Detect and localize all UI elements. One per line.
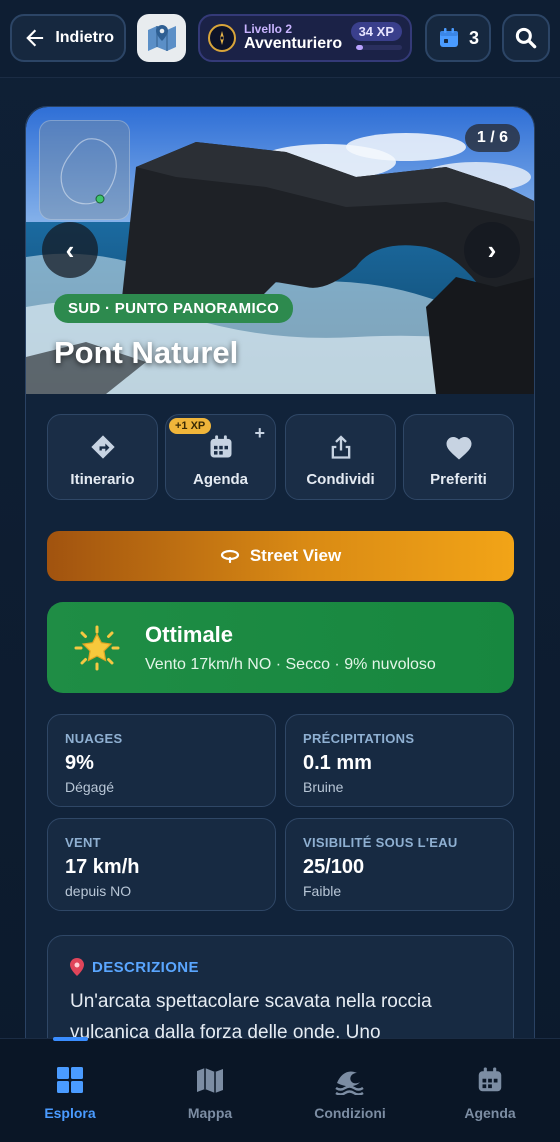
stat-value: 9% xyxy=(65,752,94,774)
arrow-left-icon xyxy=(26,29,44,47)
stat-label: NUAGES xyxy=(65,731,123,746)
stat-clouds: NUAGES 9% Dégagé xyxy=(47,714,276,807)
waves-icon xyxy=(335,1071,364,1095)
search-button[interactable] xyxy=(502,14,550,62)
calendar-icon xyxy=(439,28,458,47)
calendar-button[interactable]: 3 xyxy=(425,14,491,62)
street-view-button[interactable]: Street View xyxy=(47,531,514,581)
mini-map[interactable] xyxy=(39,120,130,220)
favorites-label: Preferiti xyxy=(430,471,487,488)
nav-label: Condizioni xyxy=(314,1105,386,1121)
description-heading: DESCRIZIONE xyxy=(92,958,199,976)
favorites-button[interactable]: Preferiti xyxy=(403,414,514,500)
top-bar: Indietro Livello 2 Avventuriero 34 XP 3 xyxy=(0,0,560,78)
grid-icon xyxy=(57,1067,83,1093)
bottom-nav: Esplora Mappa Condizioni Agenda xyxy=(0,1037,560,1142)
heart-icon xyxy=(446,437,471,460)
share-icon xyxy=(331,435,350,459)
share-button[interactable]: Condividi xyxy=(285,414,396,500)
directions-icon xyxy=(90,435,115,459)
nav-map[interactable]: Mappa xyxy=(155,1065,265,1121)
stat-label: VENT xyxy=(65,835,101,850)
action-row: Itinerario +1 XP + Agenda Condividi Pref… xyxy=(47,414,514,500)
stat-wind: VENT 17 km/h depuis NO xyxy=(47,818,276,911)
compass-icon xyxy=(208,24,236,52)
stat-value: 0.1 mm xyxy=(303,752,372,774)
xp-progress-fill xyxy=(356,45,363,50)
calendar-add-icon xyxy=(210,435,231,458)
agenda-add-button[interactable]: +1 XP + Agenda xyxy=(165,414,276,500)
conditions-banner: Ottimale Vento 17km/h NO · Secco · 9% nu… xyxy=(47,602,514,693)
star-icon xyxy=(74,625,120,670)
conditions-summary: Vento 17km/h NO · Secco · 9% nuvoloso xyxy=(145,655,436,673)
pin-icon xyxy=(70,958,84,976)
chevron-left-icon: ‹ xyxy=(65,234,75,265)
share-label: Condividi xyxy=(306,471,375,488)
level-name: Avventuriero xyxy=(244,34,343,52)
photo-counter: 1 / 6 xyxy=(464,124,520,152)
xp-badge: 34 XP xyxy=(350,22,402,41)
active-tab-indicator xyxy=(53,1037,88,1041)
chevron-right-icon: › xyxy=(487,234,497,265)
stat-subtext: Faible xyxy=(303,883,342,899)
level-badge[interactable]: Livello 2 Avventuriero 34 XP xyxy=(198,14,412,62)
street-view-icon xyxy=(220,549,239,563)
next-photo-button[interactable]: › xyxy=(464,222,520,278)
nav-label: Esplora xyxy=(44,1105,96,1121)
prev-photo-button[interactable]: ‹ xyxy=(42,222,98,278)
directions-button[interactable]: Itinerario xyxy=(47,414,158,500)
plus-icon: + xyxy=(254,423,265,443)
back-button[interactable]: Indietro xyxy=(10,14,126,62)
nav-label: Agenda xyxy=(464,1105,516,1121)
map-icon xyxy=(197,1068,223,1093)
stat-value: 25/100 xyxy=(303,856,365,878)
stat-precipitation: PRÉCIPITATIONS 0.1 mm Bruine xyxy=(285,714,514,807)
stat-subtext: Bruine xyxy=(303,779,344,795)
stat-label: PRÉCIPITATIONS xyxy=(303,731,415,746)
stat-label: VISIBILITÉ SOUS L'EAU xyxy=(303,835,458,850)
map-pin-icon xyxy=(147,25,176,51)
nav-conditions[interactable]: Condizioni xyxy=(295,1065,405,1121)
stat-value: 17 km/h xyxy=(65,856,140,878)
nav-label: Mappa xyxy=(187,1105,233,1121)
nav-agenda[interactable]: Agenda xyxy=(435,1065,545,1121)
stat-subtext: Dégagé xyxy=(65,779,115,795)
app-root: Indietro Livello 2 Avventuriero 34 XP 3 … xyxy=(0,0,560,1142)
street-view-label: Street View xyxy=(249,546,342,565)
app-logo[interactable] xyxy=(137,14,186,62)
conditions-status: Ottimale xyxy=(145,621,234,647)
level-label: Livello 2 xyxy=(244,22,293,37)
directions-label: Itinerario xyxy=(70,471,135,488)
calendar-icon xyxy=(478,1067,502,1092)
poi-card: 1 / 6 ‹ › SUD · PUNTO PANORAMICO Pont Na… xyxy=(25,106,535,1106)
xp-reward-badge: +1 XP xyxy=(169,418,212,434)
back-label: Indietro xyxy=(55,29,114,46)
poi-title: Pont Naturel xyxy=(54,335,239,370)
stat-subtext: depuis NO xyxy=(65,883,132,899)
category-tag: SUD · PUNTO PANORAMICO xyxy=(54,294,294,323)
nav-explore[interactable]: Esplora xyxy=(15,1065,125,1121)
xp-progress-bar xyxy=(356,45,402,50)
stat-underwater-visibility: VISIBILITÉ SOUS L'EAU 25/100 Faible xyxy=(285,818,514,911)
calendar-count: 3 xyxy=(468,27,479,48)
photo-carousel[interactable]: 1 / 6 ‹ › SUD · PUNTO PANORAMICO Pont Na… xyxy=(26,107,534,394)
search-icon xyxy=(515,27,537,49)
agenda-label: Agenda xyxy=(192,471,248,488)
